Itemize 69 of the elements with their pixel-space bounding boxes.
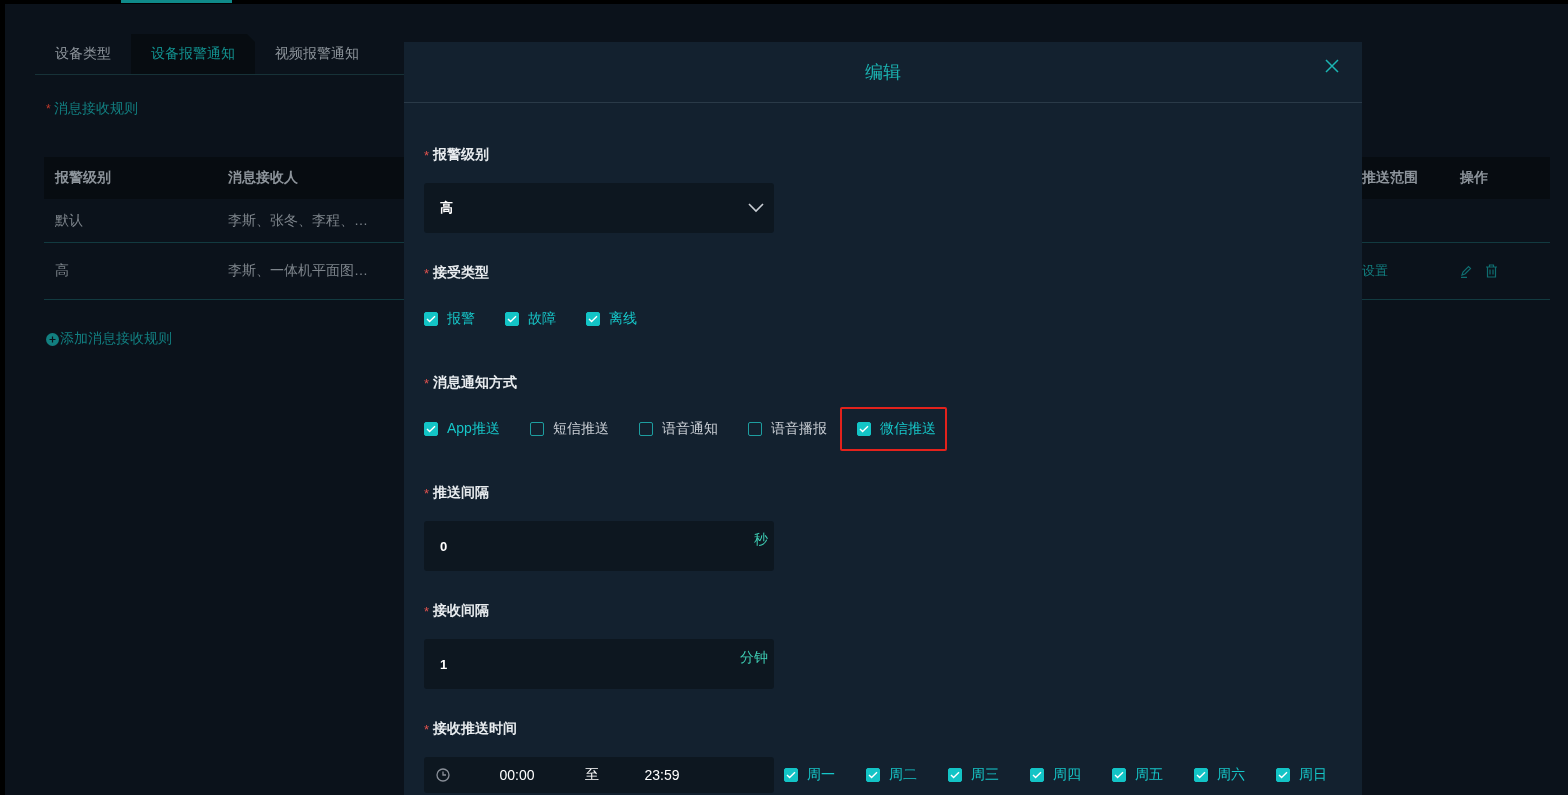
- checkbox-label: 短信推送: [552, 420, 609, 438]
- checkbox[interactable]: [505, 312, 519, 326]
- checkbox-label: 周日: [1299, 766, 1327, 784]
- checkbox[interactable]: [747, 422, 762, 436]
- time-range-field[interactable]: 00:00 至 23:59: [424, 757, 774, 793]
- checkbox[interactable]: [586, 312, 600, 326]
- required-mark: *: [424, 721, 430, 737]
- checkbox[interactable]: [1194, 768, 1208, 782]
- section-title: 消息接收规则: [53, 100, 138, 118]
- required-mark: *: [424, 265, 430, 281]
- unit-label: 秒: [754, 531, 768, 549]
- settings-link[interactable]: 设置: [1362, 262, 1460, 280]
- checkbox[interactable]: [529, 422, 544, 436]
- checkbox[interactable]: [784, 768, 798, 782]
- number-field[interactable]: 1 分钟: [424, 639, 774, 689]
- table-cell-text: 高: [54, 262, 70, 280]
- required-mark: *: [424, 147, 430, 163]
- required-mark: *: [424, 375, 430, 391]
- delete-icon[interactable]: [1485, 264, 1498, 278]
- dialog-title: 编辑: [865, 61, 901, 84]
- close-icon[interactable]: [1324, 58, 1340, 74]
- checkbox[interactable]: [424, 312, 438, 326]
- checkbox-label: 报警: [447, 310, 475, 328]
- field-label: 接收间隔: [433, 602, 490, 620]
- clock-icon: [436, 768, 450, 782]
- checkbox[interactable]: [866, 768, 880, 782]
- checkbox[interactable]: [424, 422, 438, 436]
- checkbox-label: 周六: [1217, 766, 1245, 784]
- field-label: 接收推送时间: [433, 720, 518, 738]
- checkbox-label: 微信推送: [879, 420, 936, 438]
- column-header: 报警级别: [53, 169, 112, 187]
- checkbox-label: 周二: [889, 766, 917, 784]
- level-select[interactable]: 高: [424, 183, 774, 233]
- checkbox-label: App推送: [447, 420, 500, 438]
- field-label: 推送间隔: [433, 484, 490, 502]
- checkbox[interactable]: [1030, 768, 1044, 782]
- checkbox-label: 语音通知: [661, 420, 718, 438]
- checkbox[interactable]: [948, 768, 962, 782]
- required-mark: *: [424, 603, 430, 619]
- field-label: 报警级别: [433, 146, 490, 164]
- checkbox-label: 周一: [807, 766, 835, 784]
- required-mark: *: [46, 102, 51, 116]
- checkbox[interactable]: [856, 422, 871, 436]
- column-header: 推送范围: [1362, 169, 1419, 187]
- checkbox-label: 周三: [971, 766, 999, 784]
- checkbox-label: 故障: [528, 310, 556, 328]
- table-cell-text: 李斯、张冬、李程、…: [228, 211, 369, 230]
- required-mark: *: [424, 485, 430, 501]
- add-rule-link[interactable]: 添加消息接收规则: [46, 330, 172, 348]
- checkbox[interactable]: [1276, 768, 1290, 782]
- column-header: 消息接收人: [228, 169, 299, 187]
- tab[interactable]: 设备报警通知: [131, 34, 255, 74]
- tab[interactable]: 视频报警通知: [255, 34, 379, 74]
- plus-circle-icon: [46, 332, 59, 346]
- table-cell-text: 李斯、一体机平面图…: [228, 262, 369, 280]
- table-cell-text: 默认: [54, 211, 84, 230]
- checkbox-label: 周四: [1053, 766, 1081, 784]
- field-label: 消息通知方式: [433, 374, 518, 392]
- unit-label: 分钟: [740, 649, 768, 667]
- tab[interactable]: 设备类型: [35, 34, 131, 74]
- checkbox-label: 离线: [609, 310, 637, 328]
- number-field[interactable]: 0 秒: [424, 521, 774, 571]
- checkbox[interactable]: [638, 422, 653, 436]
- checkbox-label: 语音播报: [770, 420, 827, 438]
- edit-icon[interactable]: [1460, 264, 1473, 278]
- field-label: 接受类型: [433, 264, 490, 282]
- column-header: 操作: [1460, 169, 1489, 187]
- checkbox-label: 周五: [1135, 766, 1163, 784]
- checkbox[interactable]: [1112, 768, 1126, 782]
